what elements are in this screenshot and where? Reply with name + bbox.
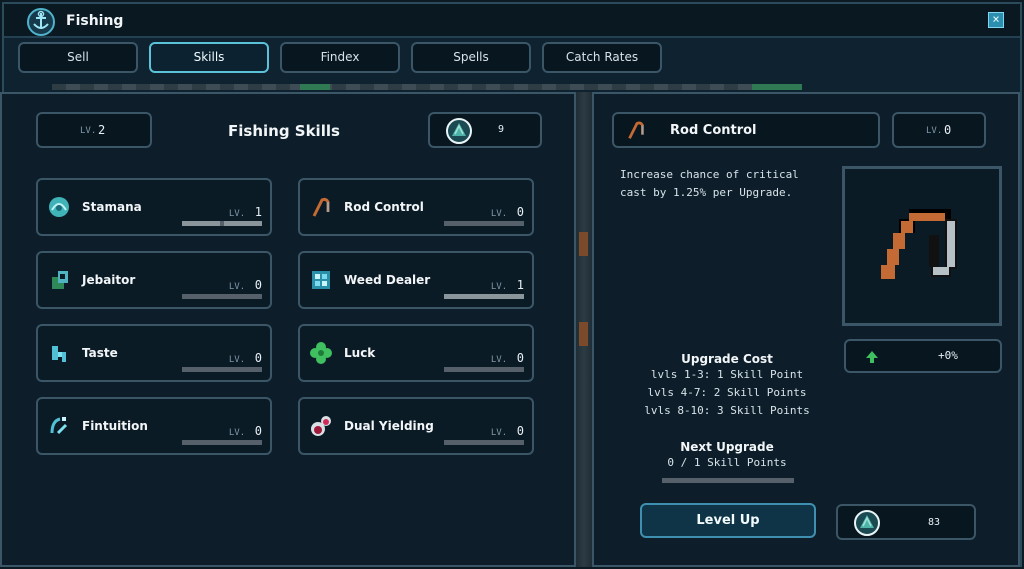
skill-progress-bar — [182, 367, 262, 372]
fishing-level-box: LV. 2 — [36, 112, 152, 148]
skill-name: Stamana — [82, 200, 142, 214]
skill-progress-bar — [182, 294, 262, 299]
selected-skill-name: Rod Control — [670, 123, 757, 138]
skill-name: Taste — [82, 346, 118, 360]
tab-skills[interactable]: Skills — [149, 42, 269, 73]
skill-card-dual-yielding[interactable]: Dual Yielding LV. 0 — [298, 397, 534, 455]
window-title: Fishing — [66, 13, 124, 29]
skill-card-taste[interactable]: Taste LV. 0 — [36, 324, 272, 382]
skill-name: Luck — [344, 346, 376, 360]
skill-progress-bar — [444, 294, 524, 299]
arrow-up-icon — [866, 351, 878, 363]
skill-card-luck[interactable]: Luck LV. 0 — [298, 324, 534, 382]
skill-level: LV. 1 — [490, 278, 524, 292]
skill-preview-frame — [842, 166, 1002, 326]
currency-box: 83 — [836, 504, 976, 540]
skill-card-weed-dealer[interactable]: Weed Dealer LV. 1 — [298, 251, 534, 309]
skill-progress-bar — [182, 440, 262, 445]
skill-card-rod-control[interactable]: Rod Control LV. 0 — [298, 178, 534, 236]
weed-icon — [312, 271, 330, 289]
skill-card-jebaitor[interactable]: Jebaitor LV. 0 — [36, 251, 272, 309]
next-upgrade-section: Next Upgrade 0 / 1 Skill Points — [642, 440, 812, 472]
panel-divider — [574, 92, 594, 567]
rod-icon — [312, 197, 330, 217]
skill-progress-bar — [444, 221, 524, 226]
skill-progress-bar — [444, 440, 524, 445]
next-upgrade-progress-bar — [662, 478, 794, 483]
potion-icon — [311, 416, 331, 436]
selected-skill-level-box: LV. 0 — [892, 112, 986, 148]
skill-points-box: 9 — [428, 112, 542, 148]
bonus-value: +0% — [938, 349, 958, 362]
skill-level: LV. 0 — [228, 351, 262, 365]
level-label: LV. — [80, 126, 97, 136]
skill-progress-bar — [444, 367, 524, 372]
background-scenery-strip — [52, 84, 802, 90]
skill-progress-fill — [224, 221, 262, 226]
selected-skill-header: Rod Control — [612, 112, 880, 148]
skill-name: Weed Dealer — [344, 273, 431, 287]
tab-findex[interactable]: Findex — [280, 42, 400, 73]
skill-level: LV. 0 — [228, 278, 262, 292]
skill-level: LV. 0 — [490, 205, 524, 219]
close-button[interactable]: × — [988, 12, 1004, 28]
skill-card-fintuition[interactable]: Fintuition LV. 0 — [36, 397, 272, 455]
skill-name: Fintuition — [82, 419, 148, 433]
taste-icon — [52, 346, 66, 362]
level-label: LV. — [926, 126, 943, 136]
tab-catch-rates[interactable]: Catch Rates — [542, 42, 662, 73]
currency-value: 83 — [928, 517, 941, 528]
upgrade-cost-title: Upgrade Cost — [681, 352, 773, 366]
rod-icon — [628, 121, 644, 139]
skill-level: LV. 1 — [228, 205, 262, 219]
skill-detail-panel: Rod Control LV. 0 Increase chance of cri… — [592, 92, 1020, 567]
level-value: 0 — [944, 123, 952, 137]
skill-level: LV. 0 — [490, 351, 524, 365]
skill-description: Increase chance of critical cast by 1.25… — [620, 168, 799, 199]
skill-level: LV. 0 — [228, 424, 262, 438]
bait-icon — [52, 271, 68, 289]
next-upgrade-value: 0 / 1 Skill Points — [667, 456, 787, 469]
skill-points-value: 9 — [498, 124, 505, 135]
tab-sell[interactable]: Sell — [18, 42, 138, 73]
level-value: 2 — [98, 123, 106, 137]
fintuition-icon — [50, 417, 68, 435]
skills-panel: LV. 2 Fishing Skills 9 Stamana LV. 1 Rod… — [0, 92, 576, 567]
skill-name: Rod Control — [344, 200, 424, 214]
upgrade-cost-section: Upgrade Cost lvls 1-3: 1 Skill Point lvl… — [642, 352, 812, 420]
cost-tier-3: lvls 8-10: 3 Skill Points — [644, 404, 810, 417]
next-upgrade-title: Next Upgrade — [680, 440, 774, 454]
clover-icon — [310, 342, 332, 364]
cost-tier-1: lvls 1-3: 1 Skill Point — [650, 368, 804, 381]
bonus-box: +0% — [844, 339, 1002, 373]
skill-card-stamana[interactable]: Stamana LV. 1 — [36, 178, 272, 236]
level-up-button[interactable]: Level Up — [640, 503, 816, 538]
skill-name: Dual Yielding — [344, 419, 434, 433]
cost-tier-2: lvls 4-7: 2 Skill Points — [647, 386, 807, 399]
shell-icon — [49, 197, 69, 217]
rod-illustration-icon — [881, 209, 957, 279]
close-icon: × — [992, 12, 1000, 26]
skills-title: Fishing Skills — [228, 122, 340, 140]
anchor-icon — [27, 8, 55, 36]
skill-name: Jebaitor — [82, 273, 136, 287]
title-bar: Fishing × — [4, 4, 1020, 38]
skill-progress-fill — [182, 221, 220, 226]
skill-point-shell-icon — [854, 510, 880, 536]
skill-progress-bar — [182, 221, 262, 226]
skill-level: LV. 0 — [490, 424, 524, 438]
skill-progress-fill — [444, 294, 524, 299]
skill-point-shell-icon — [446, 118, 472, 144]
tab-spells[interactable]: Spells — [411, 42, 531, 73]
